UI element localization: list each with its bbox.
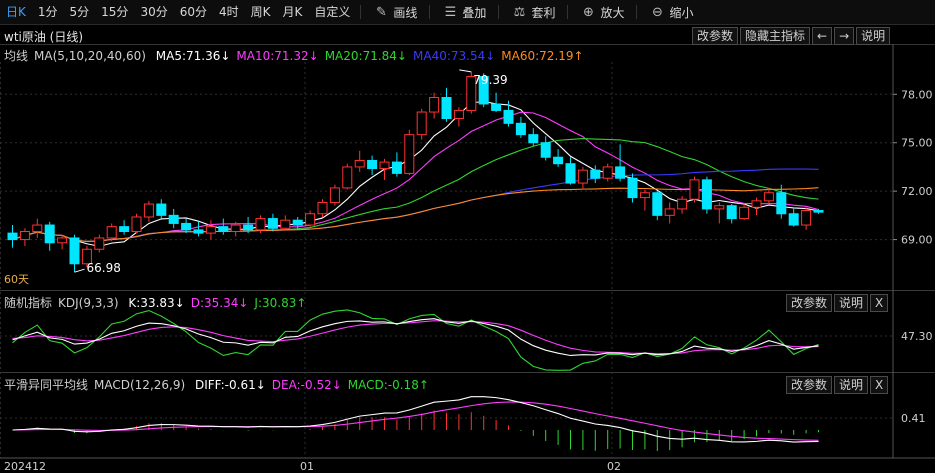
candle-body xyxy=(429,97,440,113)
x-label-0: 202412 xyxy=(4,460,46,473)
candle-body xyxy=(305,213,316,226)
candle-body xyxy=(230,224,241,233)
candle-body xyxy=(515,122,526,136)
candle-body xyxy=(379,161,390,170)
candle-body xyxy=(143,203,154,218)
macd-diff-line xyxy=(12,396,819,443)
x-label-2: 02 xyxy=(607,460,621,473)
candle-body xyxy=(168,214,179,224)
candle-body xyxy=(44,224,55,244)
price-tick-1: 75.00 xyxy=(901,137,933,150)
candle-body xyxy=(404,134,415,174)
candle-body xyxy=(540,142,551,158)
candle-body xyxy=(69,237,80,265)
price-tick-0: 78.00 xyxy=(901,88,933,101)
candle-body xyxy=(577,169,588,184)
candle-body xyxy=(639,192,650,199)
candle-body xyxy=(763,192,774,202)
candle-body xyxy=(119,226,130,233)
kdj-j-line xyxy=(12,309,819,371)
candle-body xyxy=(689,179,700,200)
price-tick-2: 72.00 xyxy=(901,185,933,198)
candle-body xyxy=(205,226,216,234)
candle-body xyxy=(677,198,688,210)
candle-body xyxy=(602,166,613,179)
candle-body xyxy=(652,192,663,216)
candle-body xyxy=(106,226,117,239)
candle-body xyxy=(726,205,737,220)
candle-body xyxy=(739,206,750,220)
candle-body xyxy=(416,111,427,136)
candle-body xyxy=(664,208,675,216)
candle-body xyxy=(813,210,824,213)
candle-body xyxy=(32,224,43,233)
kline-chart[interactable]: 78.00 75.00 72.00 69.00 47.30 0.41 202412 01 02 7… xyxy=(0,0,935,473)
candle-body xyxy=(156,203,167,216)
candle-body xyxy=(615,166,626,179)
candle-body xyxy=(94,237,105,250)
candle-body xyxy=(292,219,303,226)
candle-body xyxy=(590,169,601,179)
candle-body xyxy=(453,109,464,120)
candle-body xyxy=(801,210,812,226)
candle-body xyxy=(267,218,278,229)
candle-body xyxy=(243,224,254,231)
candle-body xyxy=(329,187,340,203)
candle-body xyxy=(701,179,712,210)
candle-body xyxy=(441,97,452,119)
high-annotation: 79.39 xyxy=(473,73,507,87)
candle-body xyxy=(218,226,229,233)
low-annotation: 66.98 xyxy=(87,261,121,275)
candle-body xyxy=(317,201,328,215)
candle-body xyxy=(131,216,142,233)
candle-body xyxy=(714,205,725,210)
x-label-1: 01 xyxy=(300,460,314,473)
candle-body xyxy=(7,232,18,241)
candle-body xyxy=(181,222,192,231)
candle-body xyxy=(627,177,638,199)
candle-body xyxy=(788,213,799,226)
candle-body xyxy=(391,161,402,174)
candle-body xyxy=(528,134,539,144)
candle-body xyxy=(776,192,787,215)
kdj-tick: 47.30 xyxy=(901,330,933,343)
candle-body xyxy=(553,156,564,165)
macd-tick: 0.41 xyxy=(901,412,926,425)
candle-body xyxy=(503,109,514,124)
candle-body xyxy=(57,237,68,244)
candle-body xyxy=(751,200,762,208)
candle-body xyxy=(280,219,291,229)
candle-body xyxy=(491,103,502,111)
price-tick-3: 69.00 xyxy=(901,234,933,247)
candle-body xyxy=(367,159,378,170)
candle-body xyxy=(354,159,365,168)
candle-body xyxy=(19,231,30,241)
kdj-d-line xyxy=(12,320,819,355)
candle-body xyxy=(193,229,204,234)
candle-body xyxy=(565,163,576,184)
candle-body xyxy=(255,218,266,231)
candle-body xyxy=(342,166,353,189)
